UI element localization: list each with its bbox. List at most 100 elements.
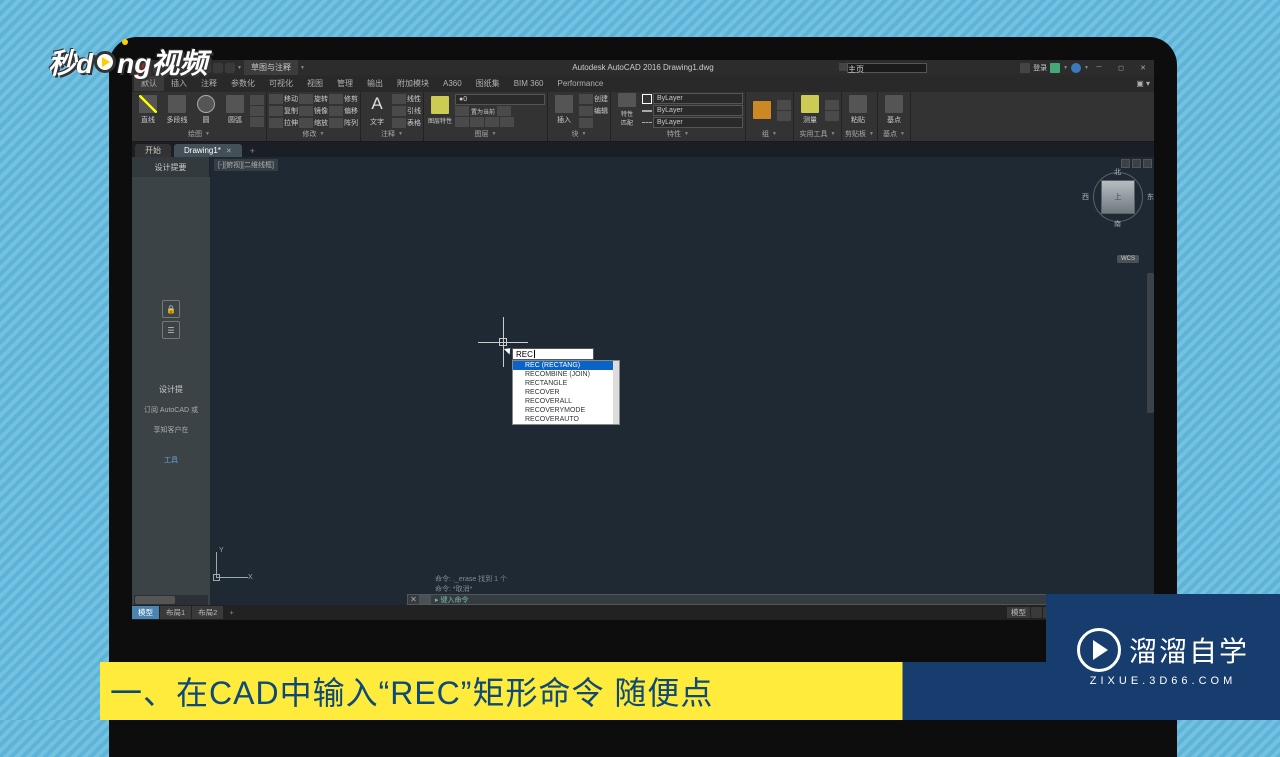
stretch-icon[interactable] [269, 118, 283, 128]
title-search-field[interactable]: 主页 [847, 63, 927, 73]
dim-icon[interactable] [392, 94, 406, 104]
new-tab-button[interactable]: + [246, 144, 259, 157]
array-icon[interactable] [329, 118, 343, 128]
minimize-button[interactable]: ─ [1088, 60, 1110, 75]
lineweight-dropdown[interactable]: ByLayer [653, 105, 743, 116]
makecurrent-icon[interactable] [455, 106, 469, 116]
compass-s[interactable]: 南 [1114, 219, 1121, 229]
layout-tab-model[interactable]: 模型 [132, 606, 160, 619]
ribbon-tab-bim360[interactable]: BIM 360 [507, 77, 551, 90]
copy-button[interactable]: 复制 [284, 106, 298, 116]
autocomplete-item[interactable]: RECOMBINE (JOIN) [513, 370, 619, 379]
viewport-label[interactable]: [-][俯视][二维线框] [214, 159, 278, 171]
group-button[interactable] [748, 93, 776, 127]
autocomplete-scrollbar[interactable] [613, 361, 619, 424]
dim-button[interactable]: 线性 [407, 94, 421, 104]
start-tab[interactable]: 开始 [135, 144, 171, 157]
measure-button[interactable]: 测量 [796, 93, 824, 127]
undo-icon[interactable] [213, 63, 223, 73]
base-button[interactable]: 基点 [880, 93, 908, 127]
tab-close-icon[interactable]: ✕ [226, 147, 232, 155]
ribbon-tab-visualize[interactable]: 可视化 [262, 76, 300, 91]
block-util[interactable] [579, 118, 593, 128]
paste-button[interactable]: 粘贴 [844, 93, 872, 127]
color-dropdown[interactable]: ByLayer [653, 93, 743, 104]
offset-button[interactable]: 偏移 [344, 106, 358, 116]
ribbon-tab-parametric[interactable]: 参数化 [224, 76, 262, 91]
autocomplete-item-selected[interactable]: REC (RECTANG) [513, 361, 619, 370]
table-icon[interactable] [392, 118, 406, 128]
ribbon-tab-sheetset[interactable]: 图纸集 [469, 76, 507, 91]
viewport-max-icon[interactable] [1132, 159, 1141, 168]
ribbon-tab-a360[interactable]: A360 [436, 77, 469, 90]
viewcube[interactable]: 上 北 南 西 东 [1090, 169, 1146, 225]
signin-label[interactable]: 登录 [1033, 63, 1047, 73]
cmdline-config-icon[interactable] [419, 595, 431, 604]
circle-button[interactable]: 圆 [192, 93, 220, 127]
ribbon-collapse-icon[interactable]: ▣ ▾ [1136, 79, 1154, 88]
move-button[interactable]: 移动 [284, 94, 298, 104]
layer-makecurrent[interactable]: 置为当前 [471, 107, 495, 116]
status-model-label[interactable]: 模型 [1007, 607, 1030, 618]
layer-util2[interactable] [470, 117, 484, 127]
color-swatch[interactable] [642, 94, 652, 104]
autocomplete-item[interactable]: RECOVER [513, 388, 619, 397]
mirror-button[interactable]: 镜像 [314, 106, 328, 116]
rotate-button[interactable]: 旋转 [314, 94, 328, 104]
layout-add-button[interactable]: + [224, 607, 238, 618]
uu1[interactable] [825, 100, 839, 110]
viewcube-face[interactable]: 上 [1101, 180, 1135, 214]
layout-tab-2[interactable]: 布局2 [192, 606, 224, 619]
workspace-label[interactable]: 草图与注释 [244, 60, 298, 75]
polyline-button[interactable]: 多段线 [163, 93, 191, 127]
panel-h-scrollbar[interactable] [134, 595, 208, 605]
ribbon-tab-performance[interactable]: Performance [550, 77, 610, 90]
draw-util-2[interactable] [250, 106, 264, 116]
command-line[interactable]: ✕ ▸ 键入命令 ▴ [407, 594, 1146, 605]
scale-button[interactable]: 缩放 [314, 118, 328, 128]
move-icon[interactable] [269, 94, 283, 104]
exchange-dd-icon[interactable]: ▼ [1063, 65, 1068, 71]
editblock-button[interactable]: 编辑 [594, 106, 608, 116]
qat-dropdown-icon[interactable]: ▼ [237, 65, 242, 71]
autocomplete-item[interactable]: RECTANGLE [513, 379, 619, 388]
user-icon[interactable] [1020, 63, 1030, 73]
rotate-icon[interactable] [299, 94, 313, 104]
compass-w[interactable]: 西 [1082, 192, 1089, 202]
gu2[interactable] [777, 111, 791, 121]
layer-util3[interactable] [485, 117, 499, 127]
autocomplete-item[interactable]: RECOVERALL [513, 397, 619, 406]
close-button[interactable]: ✕ [1132, 60, 1154, 75]
redo-icon[interactable] [225, 63, 235, 73]
createblock-icon[interactable] [579, 94, 593, 104]
insertblock-button[interactable]: 插入 [550, 93, 578, 127]
wcs-label[interactable]: WCS [1117, 255, 1139, 263]
compass-n[interactable]: 北 [1114, 167, 1121, 177]
layer-util1[interactable] [455, 117, 469, 127]
workspace-dropdown-icon[interactable]: ▼ [300, 65, 305, 71]
draw-util-3[interactable] [250, 117, 264, 127]
drawing-tab[interactable]: Drawing1*✕ [174, 144, 242, 157]
cmdline-close-icon[interactable]: ✕ [408, 595, 419, 604]
gu1[interactable] [777, 100, 791, 110]
draw-util-1[interactable] [250, 95, 264, 105]
fillet-icon[interactable] [329, 106, 343, 116]
ribbon-tab-view[interactable]: 视图 [300, 76, 330, 91]
matchprops-button[interactable]: 特性匹配 [613, 93, 641, 127]
drawing-canvas[interactable]: [-][俯视][二维线框] REC REC (RECTANG) RECOMBIN… [210, 157, 1154, 605]
uu2[interactable] [825, 111, 839, 121]
copy-icon[interactable] [269, 106, 283, 116]
mirror-icon[interactable] [299, 106, 313, 116]
createblock-button[interactable]: 创建 [594, 94, 608, 104]
autocomplete-item[interactable]: RECOVERYMODE [513, 406, 619, 415]
line-button[interactable]: 直线 [134, 93, 162, 127]
viewport-min-icon[interactable] [1121, 159, 1130, 168]
exchange-icon[interactable] [1050, 63, 1060, 73]
ribbon-tab-manage[interactable]: 管理 [330, 76, 360, 91]
maximize-button[interactable]: ◻ [1110, 60, 1132, 75]
text-button[interactable]: A文字 [363, 93, 391, 127]
panel-link[interactable]: 工具 [138, 455, 204, 465]
navbar[interactable] [1147, 273, 1154, 413]
leader-button[interactable]: 引线 [407, 106, 421, 116]
table-button[interactable]: 表格 [407, 118, 421, 128]
